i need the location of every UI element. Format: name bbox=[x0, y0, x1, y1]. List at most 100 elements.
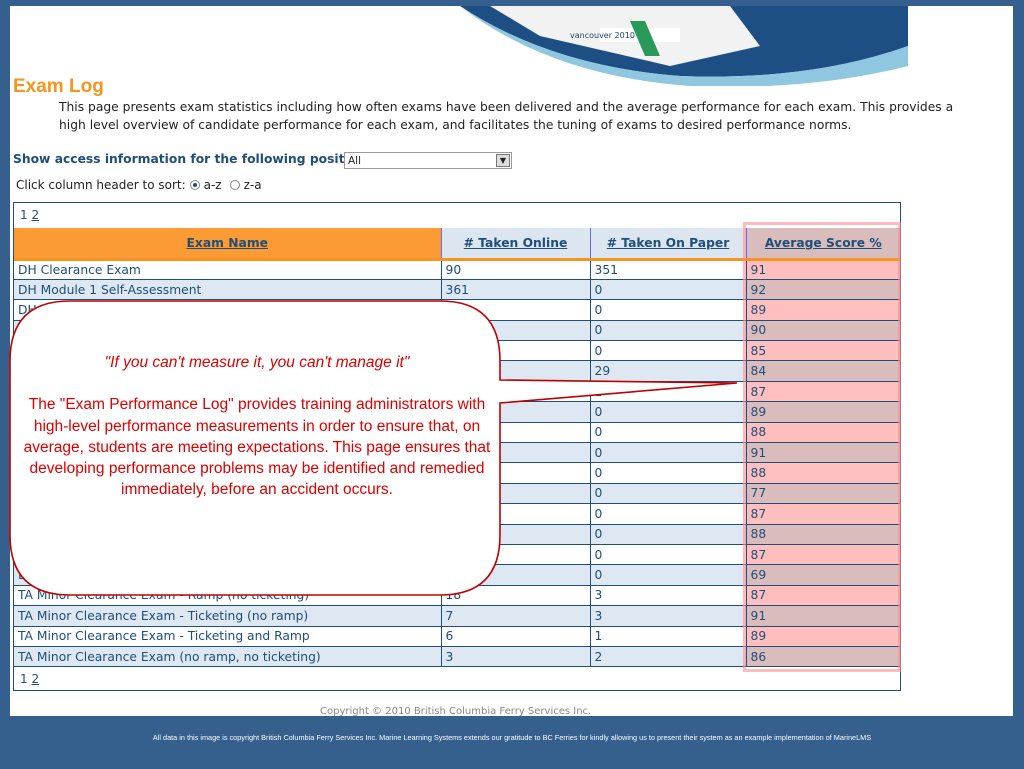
taken-online-cell bbox=[440, 564, 590, 586]
sort-average-score-link[interactable]: Average Score % bbox=[765, 236, 882, 250]
exam-name-cell: TA Minor Clearance Exam - Ticketing (no … bbox=[14, 605, 441, 627]
exam-name-cell: TA Minor Clearance Exam - Ticketing and … bbox=[14, 626, 441, 647]
taken-online-cell: 90 bbox=[440, 259, 590, 280]
average-score-cell: 87 bbox=[745, 503, 900, 525]
table-row: DH Module 1 Self-Assessment 361 0 92 bbox=[14, 279, 900, 301]
table-row: 0 87 bbox=[14, 503, 900, 525]
table-row: 0 88 bbox=[14, 524, 900, 545]
ferry-banner-image: vancouver 2010 bbox=[430, 6, 908, 86]
taken-paper-cell: 2 bbox=[589, 646, 746, 668]
average-score-cell: 84 bbox=[745, 360, 900, 382]
copyright: Copyright © 2010 British Columbia Ferry … bbox=[320, 706, 592, 717]
taken-paper-cell: 0 bbox=[589, 503, 746, 525]
taken-paper-cell: 0 bbox=[589, 422, 746, 444]
taken-paper-cell: 1 bbox=[589, 381, 746, 403]
taken-online-cell: 6 bbox=[440, 626, 590, 647]
exam-name-cell: DH Module 1 Self-Assessment bbox=[14, 279, 441, 301]
column-header-average-score[interactable]: Average Score % bbox=[745, 228, 900, 261]
exam-name-cell bbox=[14, 503, 441, 525]
table-row: TA Minor Clearance Exam - Ticketing and … bbox=[14, 626, 900, 647]
table-row: DH Clearance Exam 90 351 91 bbox=[14, 259, 900, 280]
average-score-cell: 88 bbox=[745, 524, 900, 545]
table-row: DH M 7 0 89 bbox=[14, 299, 900, 321]
exam-name-cell: L bbox=[14, 564, 441, 586]
sort-az-radio[interactable] bbox=[189, 180, 200, 190]
taken-online-cell: 361 bbox=[440, 279, 590, 301]
table-row: L 0 69 bbox=[14, 564, 900, 586]
average-score-cell: 87 bbox=[745, 544, 900, 566]
position-filter-label: Show access information for the followin… bbox=[13, 152, 371, 166]
average-score-cell: 91 bbox=[745, 605, 900, 627]
footer-note: All data in this image is copyright Brit… bbox=[152, 733, 872, 742]
sort-label: Click column header to sort: bbox=[16, 178, 186, 192]
exam-name-cell: D bbox=[14, 320, 441, 342]
exam-name-cell: TA Minor Clearance Exam - Ramp (no ticke… bbox=[14, 585, 441, 607]
average-score-cell: 87 bbox=[745, 381, 900, 403]
average-score-cell: 91 bbox=[745, 259, 900, 280]
column-header-exam-name[interactable]: Exam Name bbox=[14, 228, 441, 261]
average-score-cell: 89 bbox=[745, 401, 900, 423]
exam-name-cell: DH M bbox=[14, 299, 441, 321]
taken-paper-cell: 0 bbox=[589, 442, 746, 464]
average-score-cell: 88 bbox=[745, 422, 900, 444]
taken-paper-cell: 3 bbox=[589, 585, 746, 607]
column-header-taken-online[interactable]: # Taken Online bbox=[440, 228, 590, 261]
taken-paper-cell: 351 bbox=[589, 259, 746, 280]
callout-body: The "Exam Performance Log" provides trai… bbox=[23, 396, 491, 499]
sort-az-label[interactable]: a-z bbox=[204, 178, 222, 192]
sort-controls: Click column header to sort: a-z z-a bbox=[16, 178, 262, 192]
taken-paper-cell: 1 bbox=[589, 626, 746, 647]
page-title: Exam Log bbox=[13, 76, 104, 97]
sort-taken-paper-link[interactable]: # Taken On Paper bbox=[607, 236, 730, 250]
callout-text: "If you can't measure it, you can't mana… bbox=[22, 352, 492, 501]
table-row: TA Minor Clearance Exam - Ramp (no ticke… bbox=[14, 585, 900, 607]
taken-paper-cell: 0 bbox=[589, 483, 746, 505]
taken-online-cell: 18 bbox=[440, 585, 590, 607]
table-row: 0 87 bbox=[14, 544, 900, 566]
taken-paper-cell: 0 bbox=[589, 544, 746, 566]
taken-online-cell bbox=[440, 320, 590, 342]
taken-paper-cell: 0 bbox=[589, 564, 746, 586]
sort-za-radio[interactable] bbox=[229, 180, 240, 190]
table-row: TA Minor Clearance Exam (no ramp, no tic… bbox=[14, 646, 900, 668]
sort-za-label[interactable]: z-a bbox=[244, 178, 262, 192]
average-score-cell: 92 bbox=[745, 279, 900, 301]
pager-link-2[interactable]: 2 bbox=[31, 672, 39, 686]
pager-bottom: 1 2 bbox=[20, 672, 39, 686]
average-score-cell: 69 bbox=[745, 564, 900, 586]
pager-top: 1 2 bbox=[20, 208, 39, 222]
taken-paper-cell: 0 bbox=[589, 340, 746, 362]
sort-taken-online-link[interactable]: # Taken Online bbox=[464, 236, 568, 250]
average-score-cell: 90 bbox=[745, 320, 900, 342]
average-score-cell: 91 bbox=[745, 442, 900, 464]
table-row: D 0 90 bbox=[14, 320, 900, 342]
taken-online-cell bbox=[440, 524, 590, 545]
average-score-cell: 85 bbox=[745, 340, 900, 362]
exam-name-cell: TA Minor Clearance Exam (no ramp, no tic… bbox=[14, 646, 441, 668]
chevron-down-icon[interactable]: ▼ bbox=[496, 154, 510, 167]
taken-paper-cell: 3 bbox=[589, 605, 746, 627]
average-score-cell: 88 bbox=[745, 462, 900, 484]
exam-name-cell bbox=[14, 544, 441, 566]
average-score-cell: 77 bbox=[745, 483, 900, 505]
taken-online-cell: 3 bbox=[440, 646, 590, 668]
page-intro: This page presents exam statistics inclu… bbox=[59, 100, 954, 132]
taken-paper-cell: 0 bbox=[589, 320, 746, 342]
taken-online-cell: 7 bbox=[440, 605, 590, 627]
taken-paper-cell: 0 bbox=[589, 401, 746, 423]
taken-online-cell bbox=[440, 503, 590, 525]
average-score-cell: 87 bbox=[745, 585, 900, 607]
banner-text: vancouver 2010 bbox=[570, 31, 635, 40]
taken-paper-cell: 0 bbox=[589, 279, 746, 301]
taken-paper-cell: 29 bbox=[589, 360, 746, 382]
average-score-cell: 89 bbox=[745, 626, 900, 647]
callout-quote: "If you can't measure it, you can't mana… bbox=[104, 354, 410, 371]
position-select-value: All bbox=[348, 155, 362, 167]
position-select[interactable]: All ▼ bbox=[344, 152, 512, 169]
average-score-cell: 89 bbox=[745, 299, 900, 321]
taken-paper-cell: 0 bbox=[589, 299, 746, 321]
taken-online-cell: 7 bbox=[440, 299, 590, 321]
sort-exam-name-link[interactable]: Exam Name bbox=[187, 236, 268, 250]
pager-link-2[interactable]: 2 bbox=[31, 208, 39, 222]
column-header-taken-paper[interactable]: # Taken On Paper bbox=[589, 228, 746, 261]
